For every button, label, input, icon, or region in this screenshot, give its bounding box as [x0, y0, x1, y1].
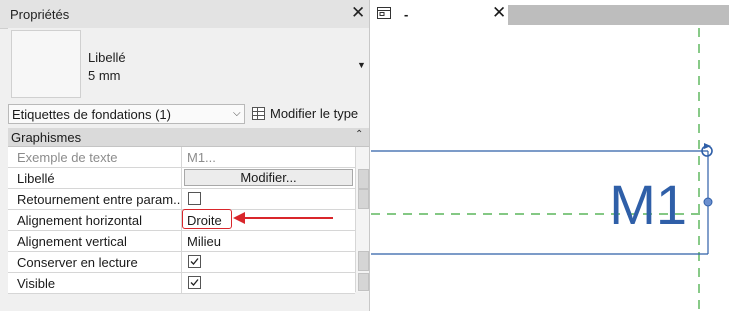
keep-readable-checkbox[interactable] [188, 255, 201, 268]
modify-label-button[interactable]: Modifier... [184, 169, 353, 186]
annotation-arrow [233, 212, 333, 224]
row-label: Visible [8, 273, 182, 293]
view-tab-title[interactable]: - [404, 7, 408, 22]
properties-title: Propriétés [10, 7, 70, 22]
row-visible[interactable]: Visible [8, 273, 355, 294]
row-label: Alignement vertical [8, 231, 182, 251]
row-sample-text[interactable]: Exemple de texte M1... [8, 147, 355, 168]
type-selector[interactable]: Libellé 5 mm ▼ [8, 28, 369, 100]
dropdown-arrow-icon[interactable]: ▼ [357, 60, 366, 70]
checkmark-icon [190, 279, 199, 286]
view-tab-bar: - ✕ [371, 0, 729, 28]
instance-filter-dropdown[interactable]: Etiquettes de fondations (1) ⌵ [8, 104, 245, 124]
scroll-thumb[interactable] [358, 251, 369, 271]
row-label: Conserver en lecture [8, 252, 182, 272]
tab-strip-background [508, 5, 729, 25]
row-label: Alignement horizontal [8, 210, 182, 230]
flip-checkbox[interactable] [188, 192, 201, 205]
properties-scrollbar[interactable] [355, 147, 369, 292]
rotate-handle-icon [701, 143, 713, 157]
type-preview-image [11, 30, 81, 98]
scroll-thumb[interactable] [358, 189, 369, 209]
section-graphics[interactable]: Graphismes ⌃ [8, 128, 369, 147]
checkmark-icon [190, 258, 199, 265]
instance-filter-value: Etiquettes de fondations (1) [12, 107, 171, 122]
collapse-icon[interactable]: ⌃ [355, 129, 363, 140]
section-title: Graphismes [11, 130, 82, 145]
drawing-canvas[interactable]: M1 [371, 28, 729, 311]
scroll-thumb[interactable] [358, 169, 369, 189]
scroll-thumb[interactable] [358, 273, 369, 291]
row-vertical-align[interactable]: Alignement vertical Milieu [8, 231, 355, 252]
properties-panel: Propriétés ✕ Libellé 5 mm ▼ Etiquettes d… [0, 0, 370, 311]
drawing-area: M1 [371, 28, 713, 311]
edit-type-icon [252, 107, 265, 120]
sample-text-value: M1... [187, 150, 216, 165]
row-label: Libellé [8, 168, 182, 188]
vertical-align-value[interactable]: Milieu [187, 234, 221, 249]
highlight-box [182, 209, 232, 229]
visible-checkbox[interactable] [188, 276, 201, 289]
row-label: Retournement entre param... [8, 189, 182, 209]
tag-text: M1 [609, 173, 687, 236]
type-size: 5 mm [88, 68, 121, 83]
chevron-down-icon[interactable]: ⌵ [233, 108, 241, 119]
type-name: Libellé [88, 50, 126, 65]
close-icon[interactable]: ✕ [351, 3, 365, 23]
edit-type-label: Modifier le type [270, 106, 359, 121]
row-label: Exemple de texte [8, 147, 182, 167]
row-keep-readable[interactable]: Conserver en lecture [8, 252, 355, 273]
view-icon [377, 7, 391, 19]
row-label-param[interactable]: Libellé Modifier... [8, 168, 355, 189]
properties-titlebar: Propriétés ✕ [0, 0, 369, 29]
grip-handle [703, 197, 713, 207]
row-flip[interactable]: Retournement entre param... [8, 189, 355, 210]
close-icon[interactable]: ✕ [492, 3, 506, 23]
